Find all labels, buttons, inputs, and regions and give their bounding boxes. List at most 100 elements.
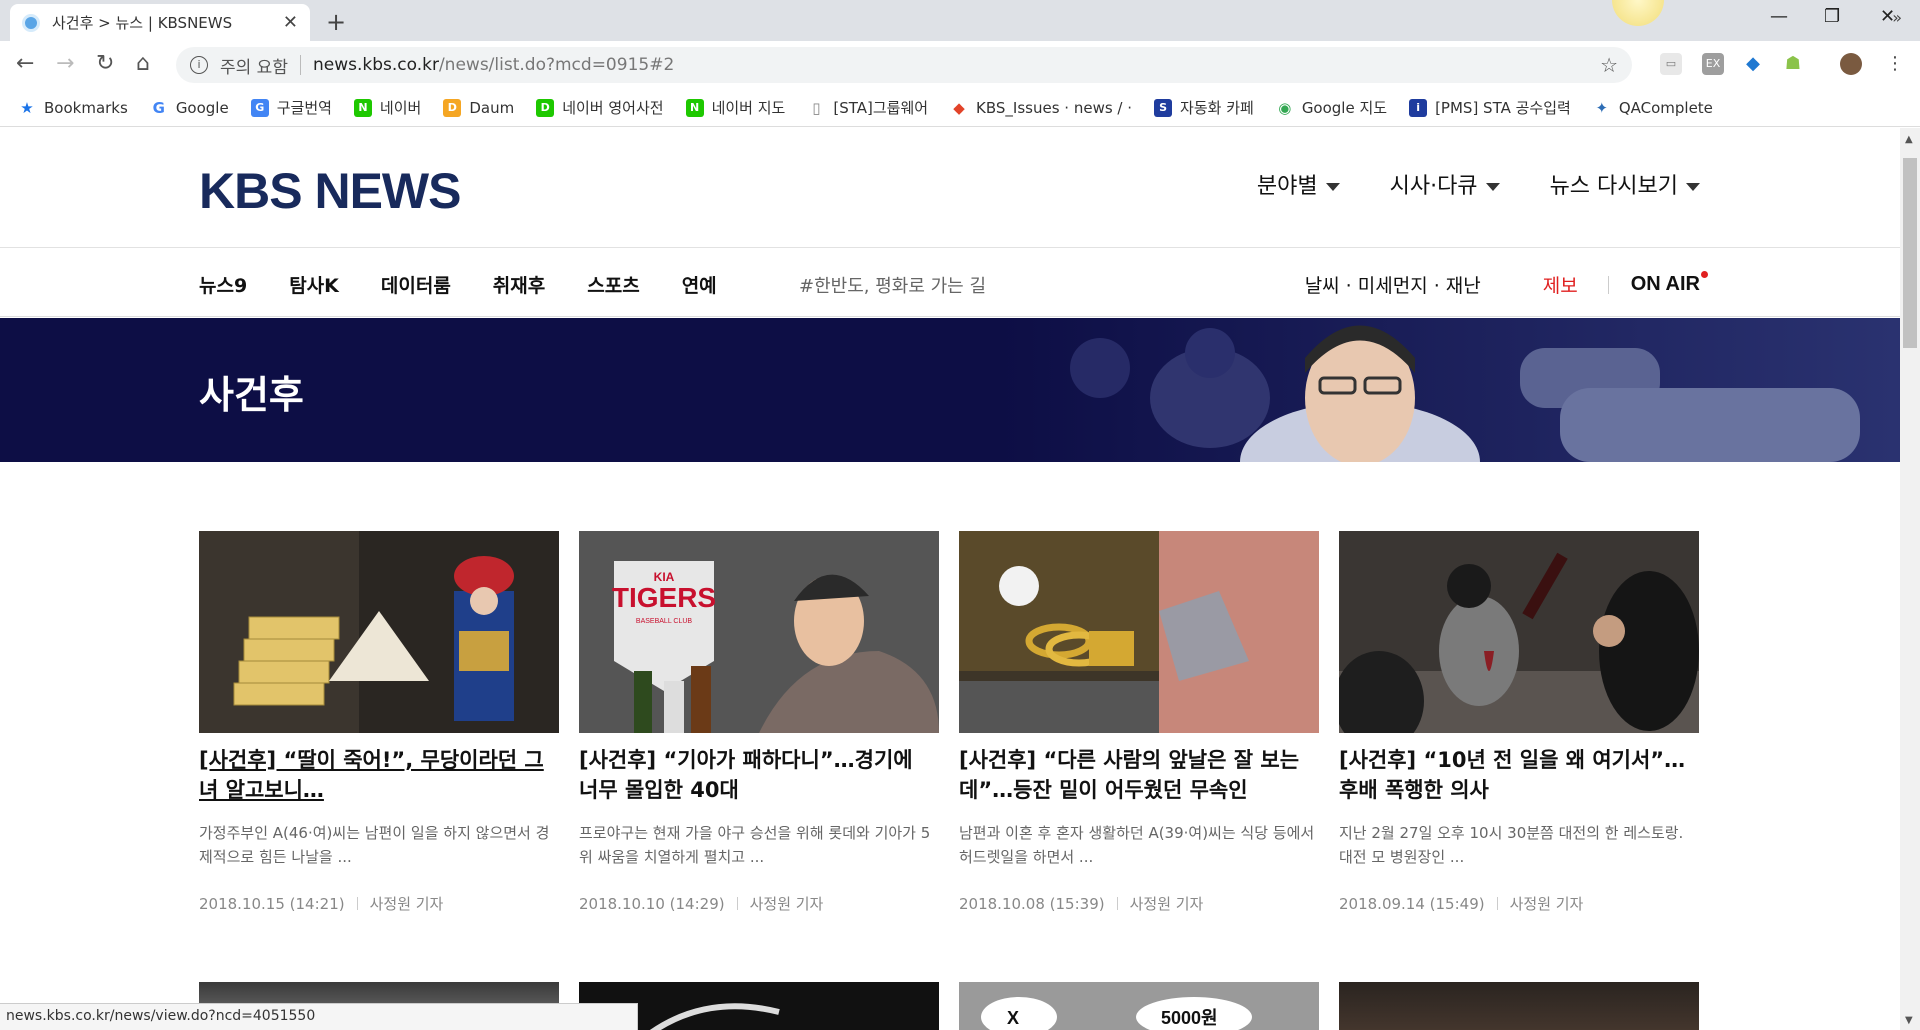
- bookmarks-overflow-icon[interactable]: »: [1892, 8, 1902, 27]
- article-thumbnail[interactable]: [199, 531, 559, 733]
- article-summary: 가정주부인 A(46·여)씨는 남편이 일을 하지 않으면서 경제적으로 힘든 …: [199, 824, 550, 866]
- bookmark-item[interactable]: G 구글번역: [250, 97, 332, 118]
- bookmark-item[interactable]: ★ Bookmarks: [18, 99, 128, 117]
- bookmark-item[interactable]: ✦ QAComplete: [1593, 99, 1713, 117]
- article-date: 2018.10.10 (14:29): [579, 894, 725, 913]
- caret-down-icon: [1686, 183, 1700, 191]
- bookmark-item[interactable]: D 네이버 영어사전: [536, 97, 664, 118]
- extension-arrows-icon[interactable]: ◆: [1742, 53, 1764, 75]
- daum-icon: D: [443, 98, 462, 117]
- article-thumbnail[interactable]: [1339, 982, 1699, 1030]
- scroll-down-icon[interactable]: ▼: [1905, 1015, 1913, 1026]
- qa-icon: ✦: [1595, 98, 1609, 117]
- gitlab-icon: ◆: [953, 98, 965, 117]
- scrollbar-thumb[interactable]: [1903, 158, 1917, 348]
- subnav-item-dataroom[interactable]: 데이터룸: [381, 271, 451, 298]
- tab-bar: 사건후 > 뉴스 | KBSNEWS ✕ + — ❐ ✕: [0, 0, 1920, 41]
- article-meta: 2018.10.08 (15:39) 사정원 기자: [959, 893, 1319, 914]
- bookmark-item[interactable]: D Daum: [443, 98, 515, 117]
- minimize-icon[interactable]: —: [1770, 6, 1788, 27]
- extension-cast-icon[interactable]: ▭: [1660, 53, 1682, 75]
- restore-icon[interactable]: ❐: [1824, 6, 1840, 27]
- status-bar-url: news.kbs.co.kr/news/view.do?ncd=4051550: [0, 1003, 638, 1030]
- subnav-item-news9[interactable]: 뉴스9: [199, 271, 247, 298]
- browser-toolbar: ← → ↻ ⌂ i 주의 요함 news.kbs.co.kr /news/lis…: [0, 41, 1920, 89]
- bookmark-label: KBS_Issues · news / ·: [976, 98, 1133, 117]
- kbs-news-logo[interactable]: KBS NEWS: [199, 162, 461, 220]
- report-link[interactable]: 제보: [1543, 271, 1578, 298]
- live-dot-icon: [1701, 271, 1708, 278]
- star-icon: ★: [20, 98, 34, 117]
- article-title[interactable]: [사건후] “딸이 죽어!”, 무당이라던 그녀 알고보니…: [199, 745, 559, 805]
- avatar[interactable]: [1840, 53, 1862, 75]
- extension-ex-icon[interactable]: EX: [1702, 53, 1724, 75]
- maps-icon: ◉: [1278, 98, 1292, 117]
- back-icon[interactable]: ←: [16, 51, 34, 76]
- article-title[interactable]: [사건후] “다른 사람의 앞날은 잘 보는데”…등잔 밑이 어두웠던 무속인: [959, 745, 1319, 805]
- bookmark-star-icon[interactable]: ☆: [1600, 53, 1618, 77]
- article-card[interactable]: [사건후] “10년 전 일을 왜 여기서”…후배 폭행한 의사 지난 2월 2…: [1339, 531, 1699, 914]
- thumb-text-tigers: TIGERS: [612, 582, 716, 613]
- menu-kebab-icon[interactable]: ⋮: [1884, 53, 1906, 75]
- bookmark-item[interactable]: G Google: [150, 99, 229, 117]
- address-bar[interactable]: i 주의 요함 news.kbs.co.kr /news/list.do?mcd…: [176, 47, 1632, 83]
- subnav-item-after-report[interactable]: 취재후: [493, 271, 545, 298]
- menu-category[interactable]: 분야별: [1257, 168, 1340, 200]
- article-card[interactable]: X 5000원: [959, 982, 1319, 1030]
- banner-illustration: [1000, 318, 1900, 462]
- on-air-link[interactable]: ON AIR: [1631, 271, 1708, 296]
- article-date: 2018.10.15 (14:21): [199, 894, 345, 913]
- page-scrollbar[interactable]: ▲ ▼: [1900, 128, 1920, 1030]
- extension-android-icon[interactable]: ☗: [1782, 53, 1804, 75]
- menu-current-affairs[interactable]: 시사·다큐: [1390, 168, 1500, 200]
- article-card[interactable]: [사건후] “다른 사람의 앞날은 잘 보는데”…등잔 밑이 어두웠던 무속인 …: [959, 531, 1319, 914]
- bookmark-label: Daum: [469, 98, 515, 117]
- article-date: 2018.10.08 (15:39): [959, 894, 1105, 913]
- thumb-text-price: 5000원: [1161, 1008, 1218, 1028]
- bookmark-item[interactable]: ▯ [STA]그룹웨어: [807, 97, 928, 118]
- weather-link[interactable]: 날씨 · 미세먼지 · 재난: [1305, 271, 1481, 298]
- bookmark-label: 자동화 카페: [1180, 99, 1254, 117]
- article-title[interactable]: [사건후] “기아가 패하다니”…경기에 너무 몰입한 40대: [579, 745, 939, 805]
- bookmark-item[interactable]: ◉ Google 지도: [1276, 97, 1387, 118]
- browser-tab[interactable]: 사건후 > 뉴스 | KBSNEWS ✕: [10, 4, 310, 41]
- menu-news-replay[interactable]: 뉴스 다시보기: [1550, 168, 1700, 200]
- thumb-text-baseball-club: BASEBALL CLUB: [636, 618, 692, 625]
- naver-icon: N: [353, 98, 372, 117]
- article-title[interactable]: [사건후] “10년 전 일을 왜 여기서”…후배 폭행한 의사: [1339, 745, 1699, 805]
- new-tab-icon[interactable]: +: [326, 8, 346, 36]
- browser-chrome: 사건후 > 뉴스 | KBSNEWS ✕ + — ❐ ✕ ← → ↻ ⌂ i 주…: [0, 0, 1920, 128]
- home-icon[interactable]: ⌂: [136, 51, 150, 76]
- subnav-item-tamsa-k[interactable]: 탐사K: [289, 271, 339, 298]
- article-card[interactable]: KIA TIGERS BASEBALL CLUB [사건후] “기아가 패하다니…: [579, 531, 939, 914]
- bookmark-label: 네이버 영어사전: [562, 99, 664, 117]
- sub-nav: 뉴스9 탐사K 데이터룸 취재후 스포츠 연예 #한반도, 평화로 가는 길 날…: [0, 249, 1900, 317]
- page-content: KBS NEWS 분야별 시사·다큐 뉴스 다시보기 뉴스9 탐사K 데이터룸 …: [0, 128, 1900, 1030]
- article-card[interactable]: [1339, 982, 1699, 1030]
- bookmark-item[interactable]: i [PMS] STA 공수입력: [1409, 97, 1571, 118]
- bookmark-item[interactable]: ◆ KBS_Issues · news / ·: [950, 99, 1132, 117]
- hashtag-link[interactable]: #한반도, 평화로 가는 길: [799, 272, 986, 298]
- close-icon[interactable]: ✕: [283, 12, 298, 33]
- article-author: 사정원 기자: [749, 895, 824, 913]
- security-warning: 주의 요함: [220, 57, 288, 78]
- scroll-up-icon[interactable]: ▲: [1905, 134, 1913, 145]
- article-author: 사정원 기자: [1509, 895, 1584, 913]
- bookmark-item[interactable]: N 네이버 지도: [685, 97, 785, 118]
- bookmark-item[interactable]: N 네이버: [353, 97, 421, 118]
- translate-icon: G: [250, 98, 269, 117]
- forward-icon[interactable]: →: [56, 51, 74, 76]
- article-thumbnail[interactable]: X 5000원: [959, 982, 1319, 1030]
- tab-title: 사건후 > 뉴스 | KBSNEWS: [52, 14, 233, 32]
- article-thumbnail[interactable]: [959, 531, 1319, 733]
- info-icon[interactable]: i: [190, 56, 208, 74]
- subnav-item-entertainment[interactable]: 연예: [682, 271, 717, 298]
- article-thumbnail[interactable]: [1339, 531, 1699, 733]
- google-icon: G: [152, 98, 165, 117]
- bookmark-item[interactable]: S 자동화 카페: [1154, 97, 1254, 118]
- article-card[interactable]: [사건후] “딸이 죽어!”, 무당이라던 그녀 알고보니… 가정주부인 A(4…: [199, 531, 559, 914]
- reload-icon[interactable]: ↻: [96, 51, 114, 76]
- subnav-item-sports[interactable]: 스포츠: [587, 271, 639, 298]
- article-thumbnail[interactable]: KIA TIGERS BASEBALL CLUB: [579, 531, 939, 733]
- sub-nav-left: 뉴스9 탐사K 데이터룸 취재후 스포츠 연예: [199, 271, 717, 298]
